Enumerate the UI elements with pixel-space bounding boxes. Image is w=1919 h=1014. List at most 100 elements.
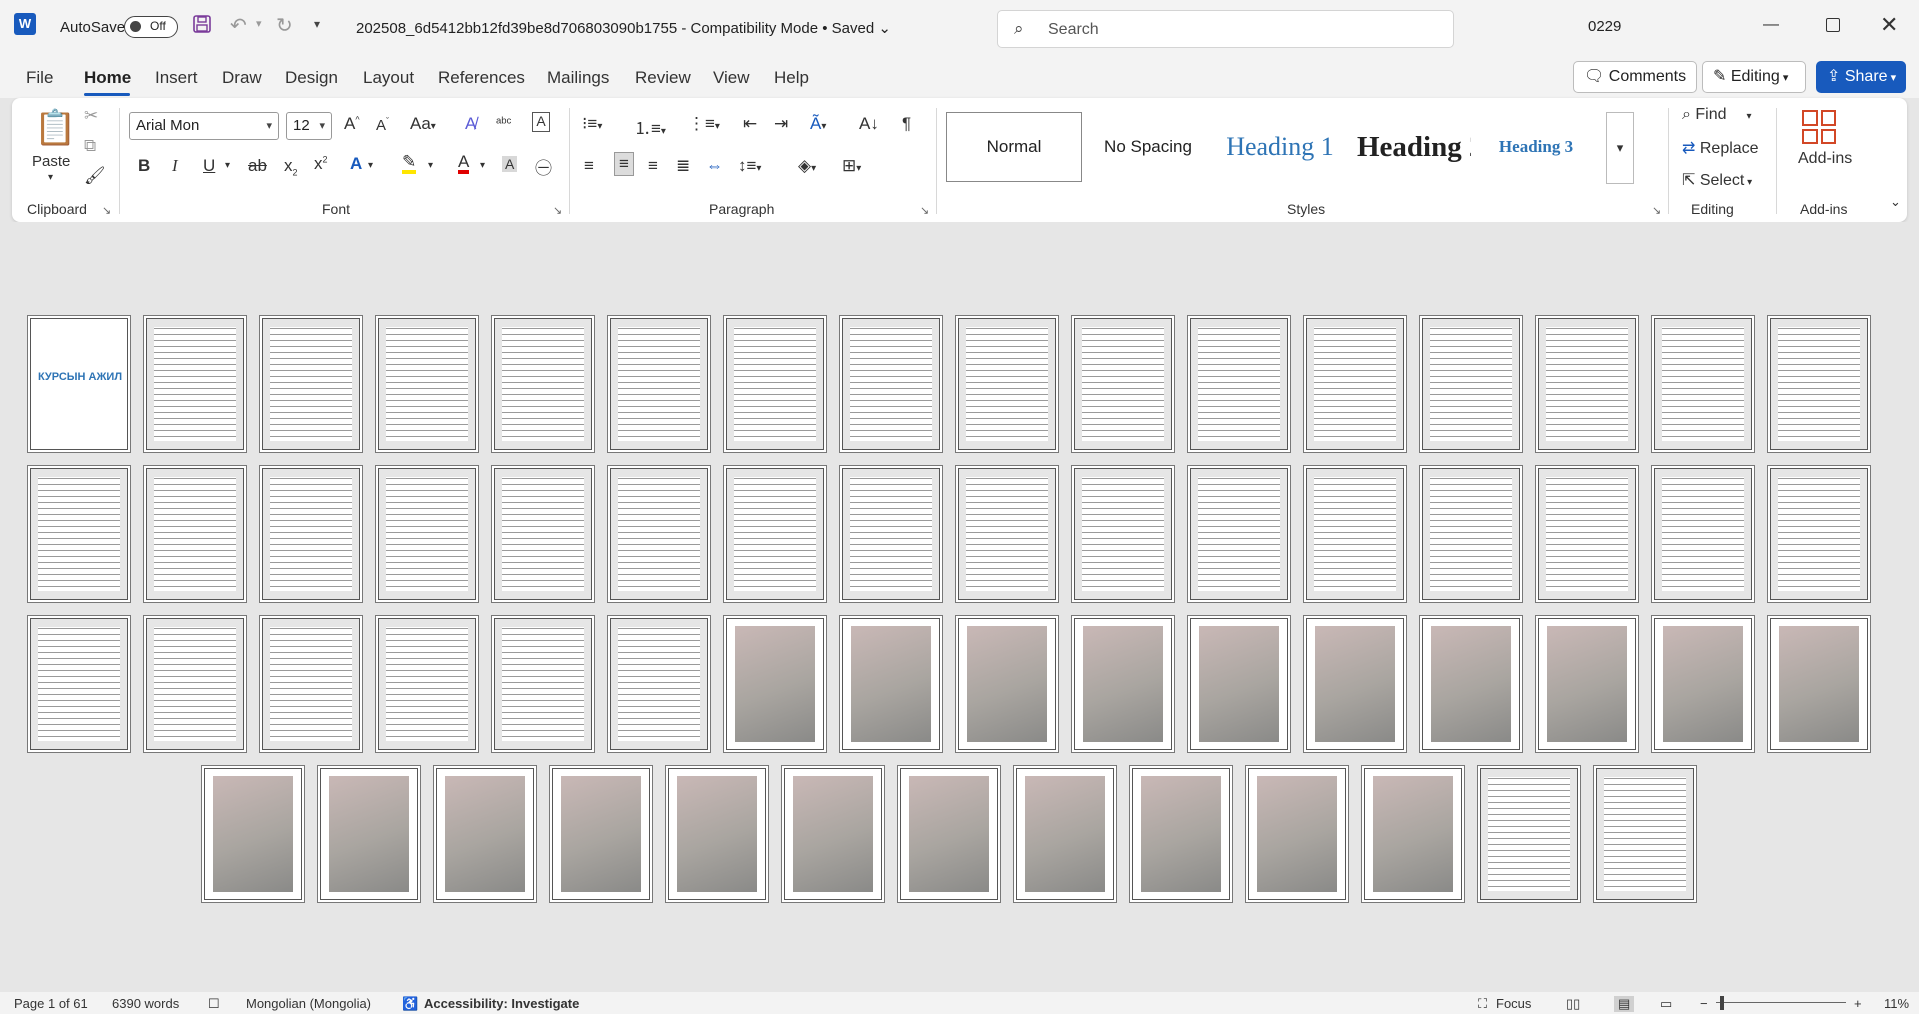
character-shading-icon[interactable]: A [502, 156, 518, 172]
page-thumbnail[interactable] [1248, 768, 1346, 900]
page-thumbnail[interactable] [1538, 468, 1636, 600]
read-mode-icon[interactable]: ▯▯ [1566, 996, 1580, 1012]
page-thumbnail[interactable] [842, 468, 940, 600]
customize-toolbar-icon[interactable]: ▾ [314, 17, 320, 31]
minimize-icon[interactable]: — [1763, 16, 1779, 34]
clear-formatting-icon[interactable]: A̸ [465, 114, 476, 134]
tab-view[interactable]: View [713, 68, 750, 88]
style-heading-1[interactable]: Heading 1 [1214, 112, 1346, 182]
underline-icon[interactable]: U [203, 156, 215, 176]
page-thumbnail[interactable] [1422, 318, 1520, 450]
page-thumbnail[interactable] [842, 318, 940, 450]
page-thumbnail[interactable] [726, 318, 824, 450]
search-input[interactable]: ⌕ Search [997, 10, 1454, 48]
web-layout-icon[interactable]: ▭ [1660, 996, 1672, 1012]
tab-references[interactable]: References [438, 68, 525, 88]
copy-icon[interactable]: ⧉ [84, 136, 96, 156]
tab-help[interactable]: Help [774, 68, 809, 88]
cut-icon[interactable]: ✂ [84, 106, 98, 126]
tab-file[interactable]: File [26, 68, 53, 88]
page-thumbnail[interactable] [146, 618, 244, 750]
zoom-slider[interactable] [1716, 1002, 1846, 1003]
autosave-toggle[interactable]: Off [124, 16, 178, 38]
page-thumbnail[interactable] [784, 768, 882, 900]
bold-icon[interactable]: B [138, 156, 150, 176]
close-icon[interactable]: ✕ [1880, 12, 1898, 38]
multilevel-list-icon[interactable]: ⋮≡▾ [688, 114, 720, 134]
superscript-icon[interactable]: x2 [314, 154, 328, 174]
shrink-font-icon[interactable]: Aˇ [376, 116, 389, 134]
tab-insert[interactable]: Insert [155, 68, 198, 88]
page-thumbnail[interactable] [204, 768, 302, 900]
page-thumbnail[interactable] [900, 768, 998, 900]
print-layout-icon[interactable]: ▤ [1614, 996, 1635, 1012]
tab-home[interactable]: Home [84, 68, 131, 88]
undo-dropdown-icon[interactable]: ▾ [256, 17, 262, 30]
subscript-icon[interactable]: x2 [284, 156, 298, 177]
page-thumbnail[interactable] [1190, 618, 1288, 750]
grow-font-icon[interactable]: A^ [344, 114, 360, 134]
page-thumbnail[interactable]: КУРСЫН АЖИЛ [30, 318, 128, 450]
share-button[interactable]: ⇪ Share ▾ [1816, 61, 1906, 93]
focus-icon[interactable]: ⛶ [1478, 996, 1487, 1012]
page-thumbnail[interactable] [1596, 768, 1694, 900]
page-thumbnail[interactable] [1016, 768, 1114, 900]
highlight-icon[interactable]: ✎ [402, 153, 417, 174]
style-no-spacing[interactable]: No Spacing [1084, 112, 1212, 182]
page-thumbnail[interactable] [1074, 318, 1172, 450]
font-launcher-icon[interactable]: ↘ [553, 204, 562, 217]
format-painter-icon[interactable]: 🖌 [84, 166, 106, 186]
underline-dropdown-icon[interactable]: ▾ [225, 160, 230, 171]
italic-icon[interactable]: I [172, 156, 178, 176]
page-thumbnail[interactable] [1132, 768, 1230, 900]
zoom-slider-thumb[interactable] [1720, 996, 1724, 1010]
page-thumbnail[interactable] [1074, 468, 1172, 600]
increase-indent-icon[interactable]: ⇥ [774, 114, 788, 134]
page-thumbnail[interactable] [494, 318, 592, 450]
page-thumbnail[interactable] [958, 618, 1056, 750]
page-thumbnail[interactable] [436, 768, 534, 900]
page-thumbnail[interactable] [610, 468, 708, 600]
numbering-icon[interactable]: ⒈≡▾ [634, 114, 666, 139]
collapse-ribbon-icon[interactable]: ⌄ [1890, 194, 1901, 210]
page-thumbnail[interactable] [1306, 468, 1404, 600]
page-thumbnail[interactable] [1364, 768, 1462, 900]
strikethrough-icon[interactable]: ab [248, 156, 267, 176]
text-effects-icon[interactable]: A [350, 154, 362, 174]
add-ins-button[interactable]: Add-ins [1798, 150, 1852, 168]
tab-layout[interactable]: Layout [363, 68, 414, 88]
page-thumbnail[interactable] [262, 618, 360, 750]
align-right-icon[interactable]: ≡ [648, 156, 658, 176]
page-thumbnail[interactable] [726, 618, 824, 750]
page-thumbnail[interactable] [262, 468, 360, 600]
replace-button[interactable]: ⇄ Replace [1682, 138, 1759, 158]
page-thumbnail[interactable] [1190, 468, 1288, 600]
style-heading-2[interactable]: Heading 2 [1348, 112, 1472, 182]
paste-dropdown-icon[interactable]: ▾ [48, 172, 53, 183]
page-thumbnail[interactable] [1306, 318, 1404, 450]
add-ins-icon[interactable] [1802, 110, 1836, 144]
text-effects-dropdown-icon[interactable]: ▾ [368, 160, 373, 171]
redo-icon[interactable]: ↻ [276, 13, 293, 38]
tab-review[interactable]: Review [635, 68, 691, 88]
borders-icon[interactable]: ⊞▾ [842, 156, 861, 176]
paragraph-launcher-icon[interactable]: ↘ [920, 204, 929, 217]
page-thumbnail[interactable] [1770, 618, 1868, 750]
styles-gallery-expand-icon[interactable]: ▾ [1606, 112, 1634, 184]
zoom-level[interactable]: 11% [1884, 996, 1909, 1011]
select-button[interactable]: ⇱ Select ▾ [1682, 170, 1752, 190]
zoom-in-icon[interactable]: + [1854, 996, 1862, 1011]
decrease-indent-icon[interactable]: ⇤ [743, 114, 757, 134]
text-direction-icon[interactable]: Ã▾ [810, 114, 826, 134]
paste-label[interactable]: Paste [32, 153, 70, 170]
tab-draw[interactable]: Draw [222, 68, 262, 88]
document-title[interactable]: 202508_6d5412bb12fd39be8d706803090b1755 … [356, 19, 891, 37]
page-thumbnail[interactable] [1654, 618, 1752, 750]
justify-icon[interactable]: ≣ [676, 156, 690, 176]
page-thumbnail[interactable] [1480, 768, 1578, 900]
editing-mode-button[interactable]: ✎ Editing ▾ [1702, 61, 1806, 93]
highlight-dropdown-icon[interactable]: ▾ [428, 160, 433, 171]
page-thumbnail[interactable] [1074, 618, 1172, 750]
align-left-icon[interactable]: ≡ [584, 156, 594, 176]
page-thumbnail[interactable] [1190, 318, 1288, 450]
